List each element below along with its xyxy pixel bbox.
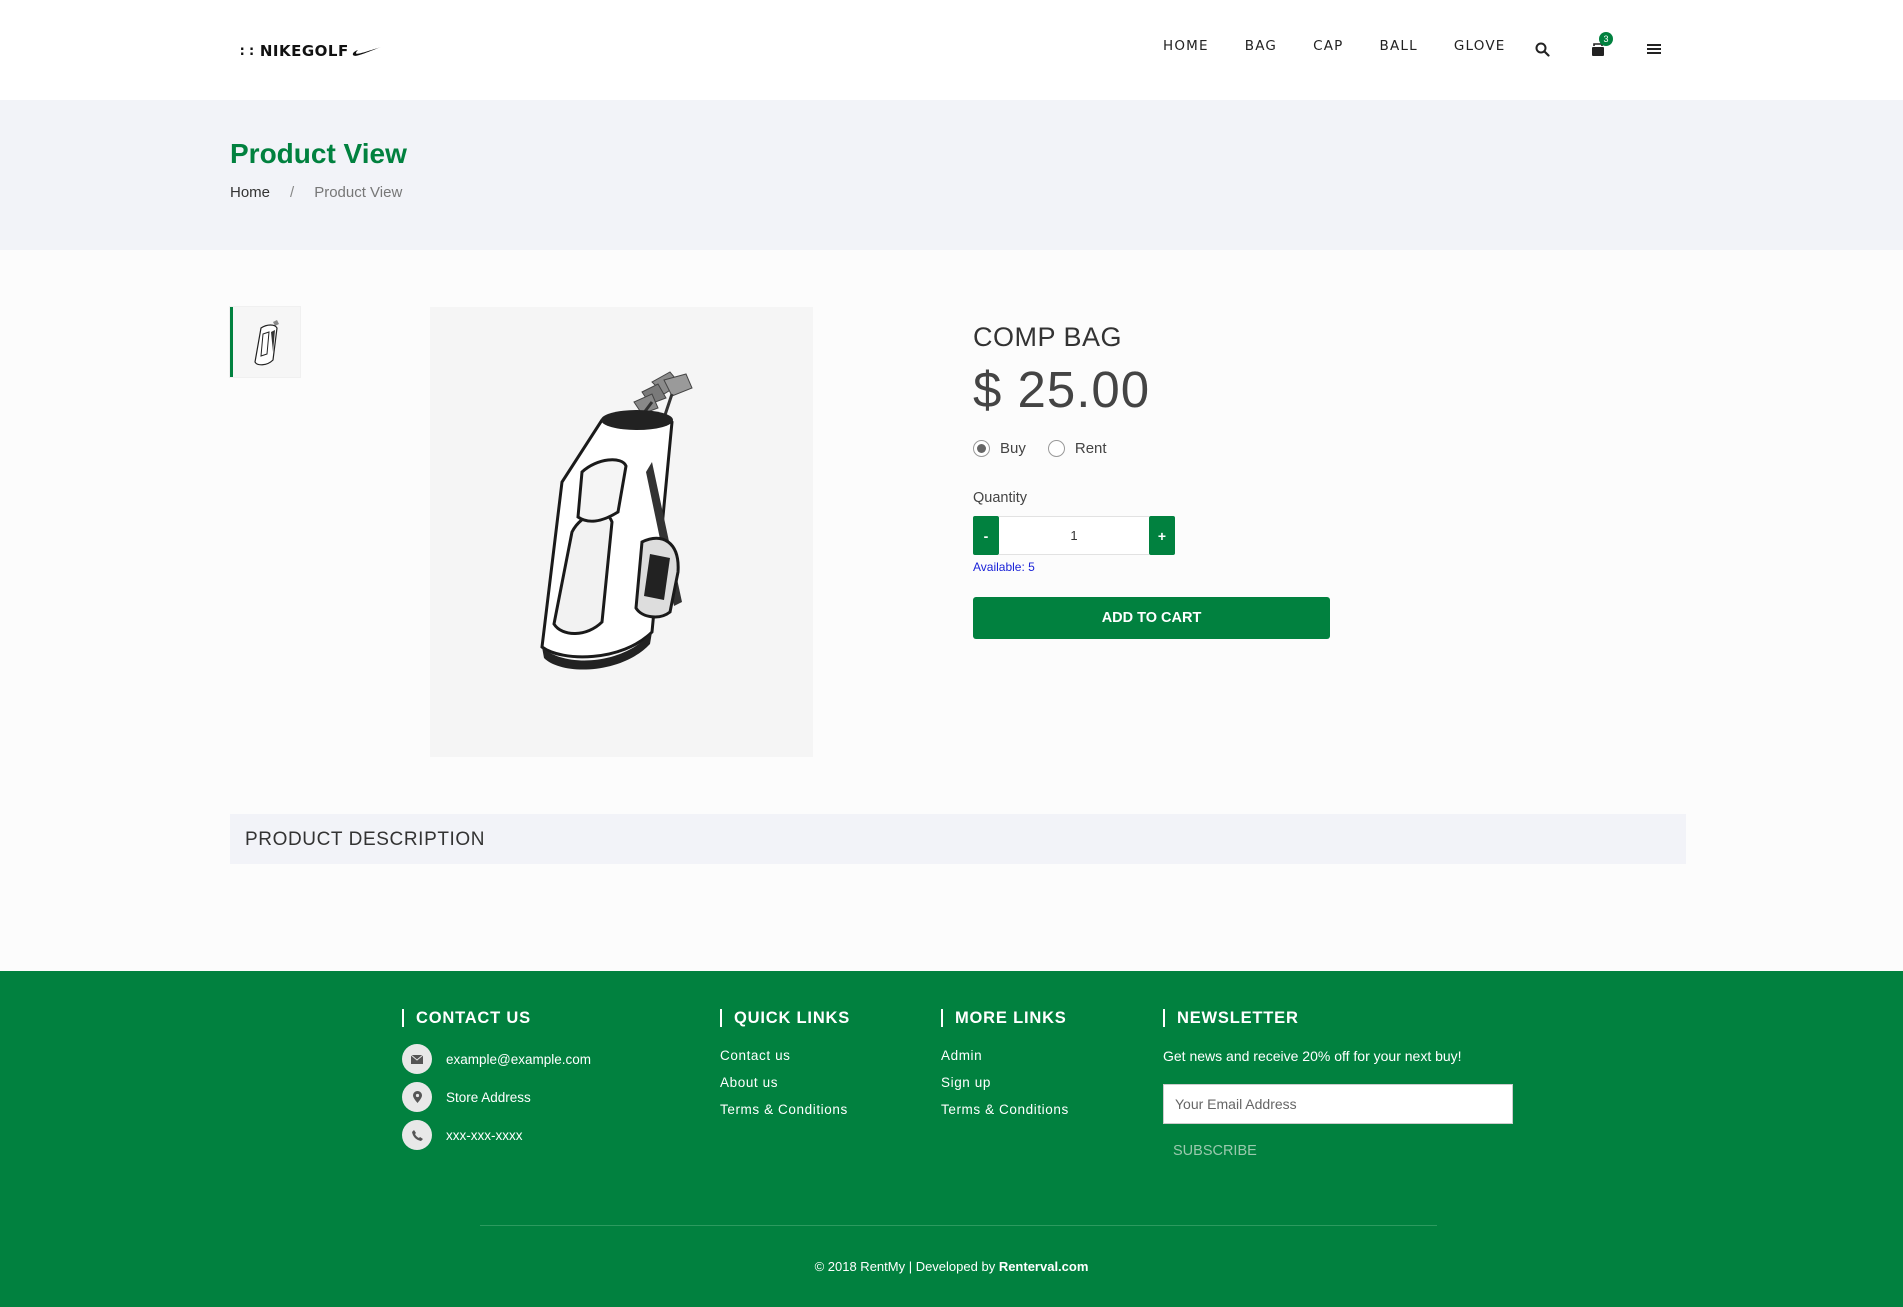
envelope-icon [402,1044,432,1074]
footer-link-sign-up[interactable]: Sign up [941,1075,991,1090]
quantity-increase-button[interactable]: + [1149,516,1175,555]
nav-glove[interactable]: GLOVE [1454,38,1506,54]
logo[interactable]: :: NIKEGOLF [238,40,382,62]
buy-radio-label[interactable]: Buy [1000,440,1026,457]
contact-phone-row: xxx-xxx-xxxx [402,1120,523,1150]
rent-radio-label[interactable]: Rent [1075,440,1107,457]
breadcrumb-current: Product View [314,184,403,201]
site-footer: CONTACT US example@example.com Store Add… [0,971,1903,1307]
newsletter-email-input[interactable] [1163,1084,1513,1124]
more-links-heading: MORE LINKS [941,1009,1067,1027]
add-to-cart-button[interactable]: ADD TO CART [973,597,1330,639]
contact-email-row: example@example.com [402,1044,591,1074]
product-name: COMP BAG [973,322,1123,352]
product-main-image [430,307,813,757]
nav-home[interactable]: HOME [1163,38,1209,54]
golf-bag-thumbnail-image [253,320,279,366]
main-nav: HOME BAG CAP BALL GLOVE [1163,38,1542,54]
page-title-band: Product View Home / Product View [0,100,1903,250]
quantity-stepper: - + [973,516,1175,555]
copyright: © 2018 RentMy | Developed by Renterval.c… [0,1259,1903,1274]
product-description-header[interactable]: PRODUCT DESCRIPTION [230,814,1686,864]
nav-bag[interactable]: BAG [1245,38,1277,54]
contact-phone[interactable]: xxx-xxx-xxxx [446,1128,523,1143]
footer-link-terms[interactable]: Terms & Conditions [720,1102,848,1117]
golf-bag-image [539,371,693,670]
newsletter-text: Get news and receive 20% off for your ne… [1163,1048,1462,1064]
breadcrumb: Home / Product View [230,184,402,201]
rent-radio[interactable] [1047,440,1065,457]
cart-icon[interactable]: 3 [1587,32,1613,60]
map-pin-icon [402,1082,432,1112]
footer-link-contact-us[interactable]: Contact us [720,1048,791,1063]
site-header: :: NIKEGOLF HOME BAG CAP BALL GLOVE 3 [0,0,1903,100]
availability-text: Available: 5 [973,560,1035,574]
contact-address-row: Store Address [402,1082,531,1112]
purchase-type-options: Buy Rent [973,440,1129,457]
buy-radio[interactable] [973,440,990,457]
footer-link-about-us[interactable]: About us [720,1075,778,1090]
quantity-input[interactable] [999,516,1149,555]
product-thumbnail[interactable] [230,307,300,377]
footer-link-terms-more[interactable]: Terms & Conditions [941,1102,1069,1117]
developer-link[interactable]: Renterval.com [999,1259,1089,1274]
quantity-decrease-button[interactable]: - [973,516,999,555]
cart-count-badge: 3 [1599,32,1613,46]
logo-dots: :: [238,43,257,59]
newsletter-heading: NEWSLETTER [1163,1009,1299,1027]
contact-us-heading: CONTACT US [402,1009,531,1027]
contact-address: Store Address [446,1089,531,1105]
product-description-title: PRODUCT DESCRIPTION [245,829,486,850]
swoosh-icon [352,47,381,56]
copyright-text: © 2018 RentMy | Developed by [814,1259,999,1274]
logo-text: NIKEGOLF [259,42,349,60]
contact-email[interactable]: example@example.com [446,1052,591,1067]
phone-icon [402,1120,432,1150]
page-title: Product View [230,138,407,169]
nav-cap[interactable]: CAP [1313,38,1343,54]
menu-icon[interactable] [1643,38,1665,60]
footer-link-admin[interactable]: Admin [941,1048,982,1063]
subscribe-button[interactable]: SUBSCRIBE [1173,1143,1257,1159]
search-icon[interactable] [1531,38,1553,60]
breadcrumb-separator: / [290,184,295,201]
nav-ball[interactable]: BALL [1380,38,1418,54]
breadcrumb-home[interactable]: Home [230,184,270,201]
quick-links-heading: QUICK LINKS [720,1009,850,1027]
quantity-label: Quantity [973,490,1027,506]
product-price: $ 25.00 [973,361,1151,418]
footer-divider [480,1225,1437,1226]
